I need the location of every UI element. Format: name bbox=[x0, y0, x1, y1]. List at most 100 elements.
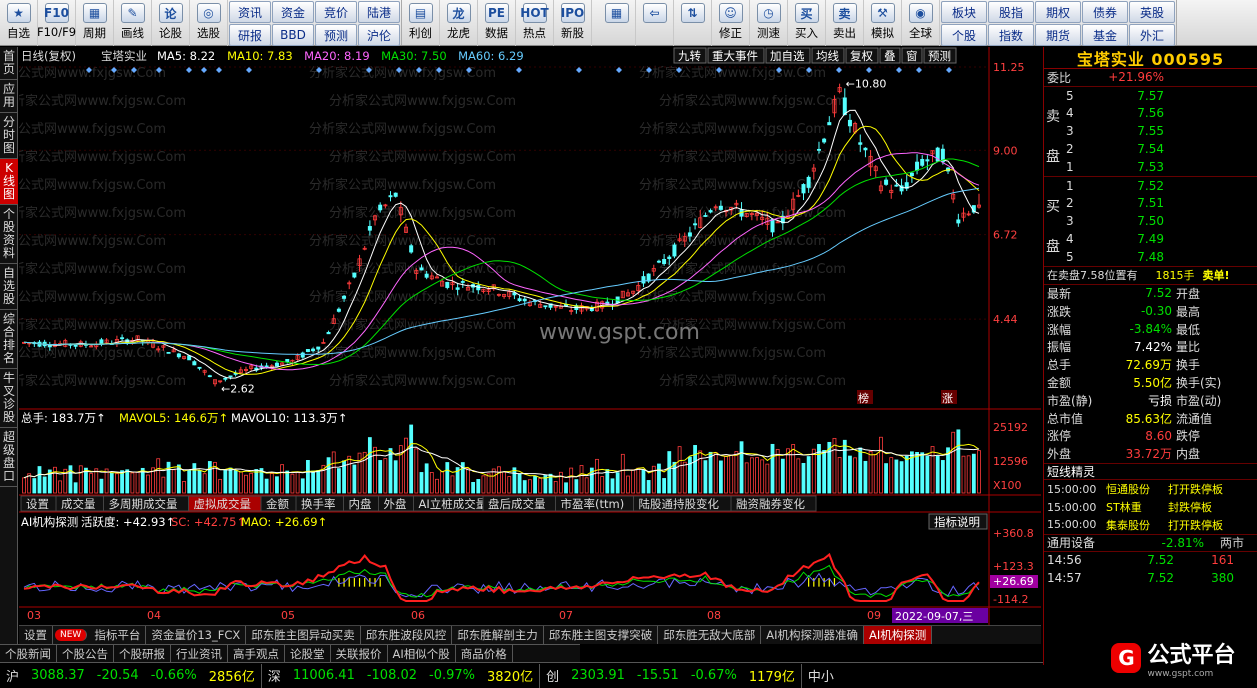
formula-tab-5[interactable]: 邱东胜波段风控 bbox=[361, 626, 453, 644]
toolbar-right-button-0[interactable]: ▦ bbox=[598, 0, 636, 46]
left-tab-5[interactable]: 自选股 bbox=[0, 264, 18, 310]
formula-tab-9[interactable]: AI机构探测器准确 bbox=[761, 626, 864, 644]
toolbar-market-5[interactable]: 个股 bbox=[941, 24, 987, 46]
info-tab-1[interactable]: 个股公告 bbox=[57, 644, 114, 663]
toolbar-info-1[interactable]: 资金 bbox=[272, 1, 314, 23]
top-button-7[interactable]: 预测 bbox=[928, 49, 951, 63]
info-tab-2[interactable]: 个股研报 bbox=[114, 644, 171, 663]
buybox-row-4[interactable]: 5 7.48 bbox=[1044, 248, 1257, 266]
duanxian-item-1[interactable]: 15:00:00 ST林重 封跌停板 bbox=[1044, 498, 1257, 516]
toolbar-left-button-4[interactable]: 论论股 bbox=[152, 0, 190, 46]
buybox-row-3[interactable]: 4 7.49 bbox=[1044, 230, 1257, 248]
toolbar-mid-button-0[interactable]: ▤ 利创 bbox=[402, 0, 440, 46]
duanxian-header[interactable]: 短线精灵 bbox=[1044, 462, 1257, 481]
left-tab-8[interactable]: 超级盘口 bbox=[0, 428, 18, 487]
ind-tab-2[interactable]: 多周期成交量 bbox=[109, 497, 178, 511]
toolbar-info-5[interactable]: BBD bbox=[272, 24, 314, 46]
index-2[interactable]: 创 2303.91 -15.51 -0.67% 1179亿 bbox=[540, 663, 802, 688]
top-button-6[interactable]: 窗 bbox=[906, 49, 918, 63]
toolbar-market-7[interactable]: 期货 bbox=[1035, 24, 1081, 46]
ind-tab-1[interactable]: 成交量 bbox=[61, 497, 96, 511]
ind-tab-8[interactable]: AI立桩成交量 bbox=[419, 497, 488, 511]
ind-tab-11[interactable]: 陆股通持股变化 bbox=[639, 497, 720, 511]
toolbar-market-1[interactable]: 股指 bbox=[988, 1, 1034, 23]
toolbar-right-button-7[interactable]: ⚒ 模拟 bbox=[864, 0, 902, 46]
kline-chart[interactable]: 分析家公式网www.fxjgsw.Com 分析家公式网www.fxjgsw.Com… bbox=[19, 47, 1041, 625]
toolbar-info-0[interactable]: 资讯 bbox=[229, 1, 271, 23]
toolbar-info-2[interactable]: 竞价 bbox=[315, 1, 357, 23]
toolbar-info-7[interactable]: 沪伦 bbox=[358, 24, 400, 46]
toolbar-left-button-0[interactable]: ★ 自选 bbox=[0, 0, 38, 46]
toolbar-info-4[interactable]: 研报 bbox=[229, 24, 271, 46]
formula-tab-4[interactable]: 邱东胜主图异动买卖 bbox=[246, 626, 361, 644]
top-button-3[interactable]: 均线 bbox=[816, 49, 839, 63]
toolbar-right-button-8[interactable]: ◉ 全球 bbox=[902, 0, 940, 46]
toolbar-right-button-2[interactable]: ⇅ bbox=[674, 0, 712, 46]
info-tab-3[interactable]: 行业资讯 bbox=[171, 644, 228, 663]
ind-help-button[interactable]: 指标说明 bbox=[934, 515, 980, 529]
index-0[interactable]: 沪 3088.37 -20.54 -0.66% 2856亿 bbox=[0, 663, 262, 688]
ind-tab-6[interactable]: 内盘 bbox=[349, 497, 372, 511]
top-button-1[interactable]: 重大事件 bbox=[712, 49, 758, 63]
index-1[interactable]: 深 11006.41 -108.02 -0.97% 3820亿 bbox=[262, 663, 541, 688]
left-tab-1[interactable]: 应用 bbox=[0, 80, 18, 113]
ind-tab-7[interactable]: 外盘 bbox=[384, 497, 407, 511]
top-button-4[interactable]: 复权 bbox=[850, 49, 873, 63]
ind-tab-3[interactable]: 虚拟成交量 bbox=[194, 497, 252, 511]
top-button-2[interactable]: 加自选 bbox=[770, 49, 805, 63]
ind-tab-9[interactable]: 盘后成交量 bbox=[488, 497, 546, 511]
sellbox-row-1[interactable]: 4 7.56 bbox=[1044, 105, 1257, 123]
toolbar-market-3[interactable]: 债券 bbox=[1082, 1, 1128, 23]
left-tab-4[interactable]: 个股资料 bbox=[0, 205, 18, 264]
toolbar-market-8[interactable]: 基金 bbox=[1082, 24, 1128, 46]
toolbar-left-button-2[interactable]: ▦ 周期 bbox=[76, 0, 114, 46]
info-tab-8[interactable]: 商品价格 bbox=[456, 644, 513, 663]
toolbar-left-button-5[interactable]: ◎ 选股 bbox=[190, 0, 228, 46]
duanxian-item-0[interactable]: 15:00:00 恒通股份 打开跌停板 bbox=[1044, 480, 1257, 498]
info-tab-7[interactable]: AI相似个股 bbox=[388, 644, 456, 663]
buybox-row-0[interactable]: 1 7.52 bbox=[1044, 177, 1257, 195]
toolbar-right-button-1[interactable]: ⇦ bbox=[636, 0, 674, 46]
info-tab-0[interactable]: 个股新闻 bbox=[0, 644, 57, 663]
sellbox-row-3[interactable]: 2 7.54 bbox=[1044, 140, 1257, 158]
toolbar-right-button-6[interactable]: 卖卖出 bbox=[826, 0, 864, 46]
toolbar-mid-button-1[interactable]: 龙龙虎 bbox=[440, 0, 478, 46]
left-tab-3[interactable]: K线图 bbox=[0, 159, 18, 205]
info-tab-4[interactable]: 高手观点 bbox=[228, 644, 285, 663]
formula-tab-3[interactable]: 资金量价13_FCX bbox=[146, 626, 247, 644]
toolbar-mid-button-4[interactable]: IPO 新股 bbox=[554, 0, 592, 46]
top-button-5[interactable]: 叠 bbox=[884, 49, 896, 63]
formula-tab-6[interactable]: 邱东胜解剖主力 bbox=[452, 626, 544, 644]
toolbar-info-6[interactable]: 预测 bbox=[315, 24, 357, 46]
formula-tab-2[interactable]: 指标平台 bbox=[89, 626, 147, 644]
left-tab-7[interactable]: 牛叉诊股 bbox=[0, 369, 18, 428]
formula-tab-7[interactable]: 邱东胜主图支撑突破 bbox=[544, 626, 659, 644]
formula-tab-8[interactable]: 邱东胜无敌大底部 bbox=[658, 626, 762, 644]
toolbar-market-2[interactable]: 期权 bbox=[1035, 1, 1081, 23]
formula-tab-0[interactable]: 设置 bbox=[19, 626, 53, 644]
toolbar-mid-button-2[interactable]: PE 数据 bbox=[478, 0, 516, 46]
duanxian-item-2[interactable]: 15:00:00 集泰股份 打开跌停板 bbox=[1044, 516, 1257, 534]
top-button-0[interactable]: 九转 bbox=[678, 49, 701, 63]
left-tab-0[interactable]: 首页 bbox=[0, 47, 18, 80]
buybox-row-2[interactable]: 3 7.50 bbox=[1044, 212, 1257, 230]
toolbar-right-button-3[interactable]: ☺ 修正 bbox=[712, 0, 750, 46]
toolbar-info-3[interactable]: 陆港 bbox=[358, 1, 400, 23]
toolbar-left-button-3[interactable]: ✎ 画线 bbox=[114, 0, 152, 46]
toolbar-right-button-4[interactable]: ◷ 测速 bbox=[750, 0, 788, 46]
formula-tab-10[interactable]: AI机构探测 bbox=[864, 626, 933, 644]
formula-tab-1[interactable]: NEW bbox=[55, 629, 88, 641]
toolbar-mid-button-3[interactable]: HOT 热点 bbox=[516, 0, 554, 46]
ind-tab-4[interactable]: 金额 bbox=[266, 497, 289, 511]
ind-tab-5[interactable]: 换手率 bbox=[301, 497, 336, 511]
left-tab-2[interactable]: 分时图 bbox=[0, 113, 18, 159]
toolbar-market-4[interactable]: 英股 bbox=[1129, 1, 1175, 23]
toolbar-market-0[interactable]: 板块 bbox=[941, 1, 987, 23]
buybox-row-1[interactable]: 2 7.51 bbox=[1044, 195, 1257, 213]
toolbar-market-6[interactable]: 指数 bbox=[988, 24, 1034, 46]
sellbox-row-4[interactable]: 1 7.53 bbox=[1044, 158, 1257, 176]
ind-tab-12[interactable]: 融资融券变化 bbox=[736, 497, 805, 511]
info-tab-5[interactable]: 论股堂 bbox=[285, 644, 331, 663]
sector-row[interactable]: 通用设备 -2.81% 两市 bbox=[1044, 533, 1257, 552]
sellbox-row-0[interactable]: 5 7.57 bbox=[1044, 87, 1257, 105]
